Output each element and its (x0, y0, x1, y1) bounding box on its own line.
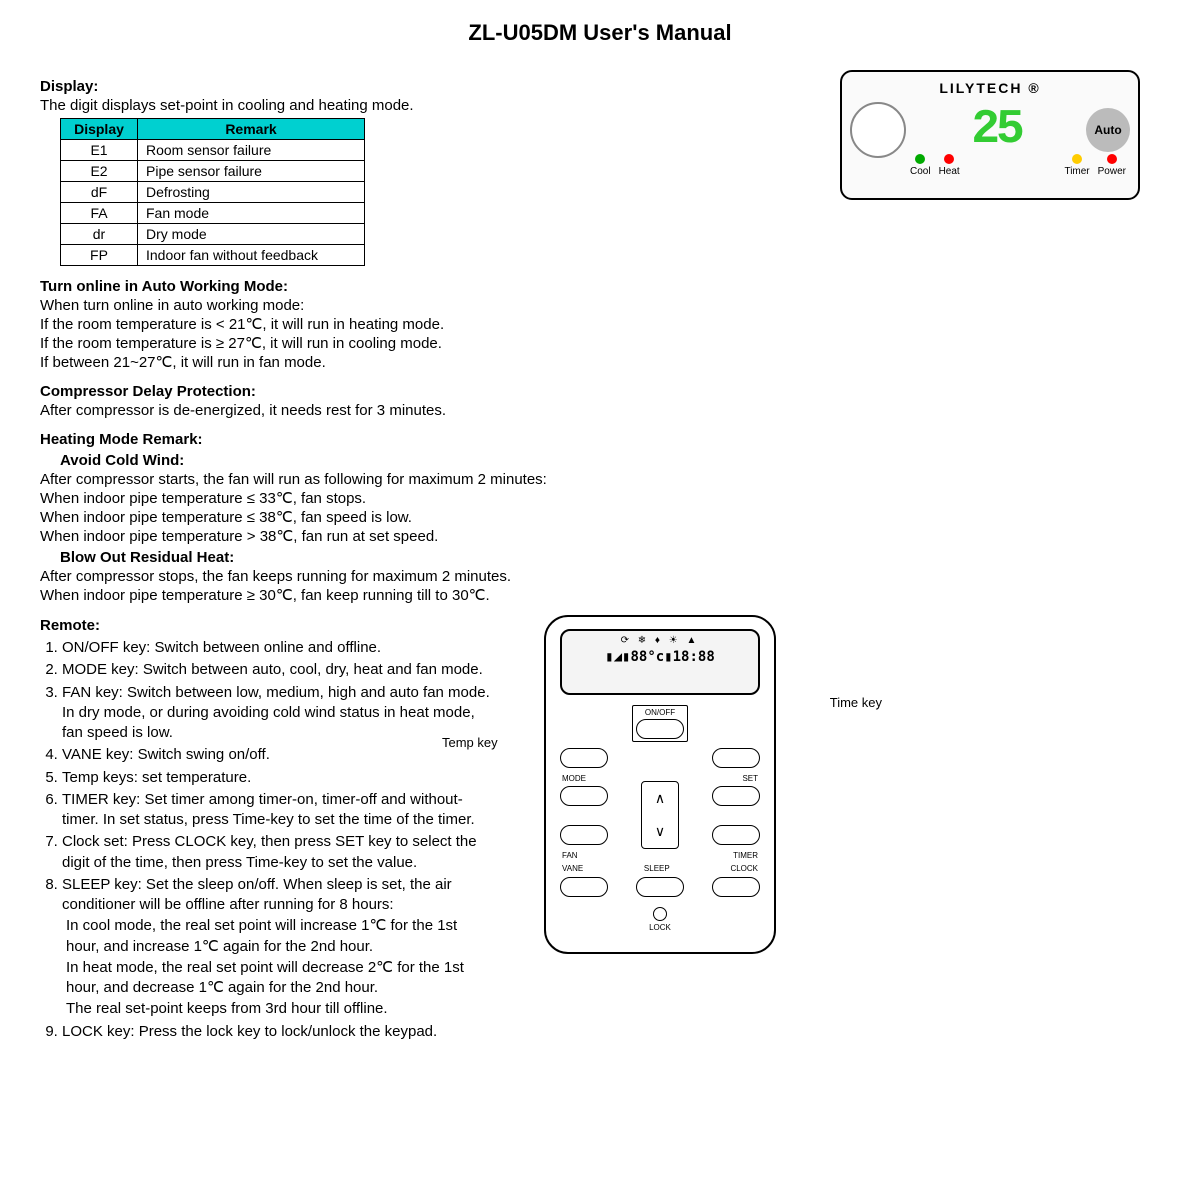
avoid-line: When indoor pipe temperature ≤ 38℃, fan … (40, 508, 810, 526)
heat-led-icon (944, 154, 954, 164)
vane-button (560, 877, 608, 897)
automode-header: Turn online in Auto Working Mode: (40, 278, 810, 295)
table-row: FAFan mode (61, 203, 365, 224)
table-row: dFDefrosting (61, 182, 365, 203)
sleep-sub: In heat mode, the real set point will de… (66, 958, 490, 999)
list-item: Clock set: Press CLOCK key, then press S… (62, 832, 490, 873)
panel-brand: LILYTECH ® (850, 80, 1130, 96)
blow-line: When indoor pipe temperature ≥ 30℃, fan … (40, 586, 810, 604)
sleep-sub: The real set-point keeps from 3rd hour t… (66, 999, 490, 1019)
heating-header: Heating Mode Remark: (40, 431, 810, 448)
sleep-sub: In cool mode, the real set point will in… (66, 916, 490, 957)
onoff-button (636, 719, 684, 739)
ir-window-icon (850, 102, 906, 158)
content-column: Display: The digit displays set-point in… (40, 66, 810, 1044)
compressor-header: Compressor Delay Protection: (40, 383, 810, 400)
temp-key-annotation: Temp key (442, 735, 498, 750)
table-row: E2Pipe sensor failure (61, 161, 365, 182)
avoid-header: Avoid Cold Wind: (60, 452, 810, 469)
remote-diagram: Temp key Time key ⟳ ❄ ♦ ☀ ▲ ▮◢▮88°c▮18:8… (510, 615, 810, 954)
automode-intro: When turn online in auto working mode: (40, 297, 810, 314)
down-icon: ∨ (655, 823, 665, 840)
automode-line: If the room temperature is < 21℃, it wil… (40, 315, 810, 333)
table-row: E1Room sensor failure (61, 140, 365, 161)
temp-up-button (712, 748, 760, 768)
compressor-line: After compressor is de-energized, it nee… (40, 402, 810, 419)
automode-line: If between 21~27℃, it will run in fan mo… (40, 353, 810, 371)
clock-button (712, 877, 760, 897)
sleep-button (636, 877, 684, 897)
power-led-icon (1107, 154, 1117, 164)
list-item: FAN key: Switch between low, medium, hig… (62, 683, 490, 744)
avoid-line: When indoor pipe temperature ≤ 33℃, fan … (40, 489, 810, 507)
cool-led-icon (915, 154, 925, 164)
list-item: MODE key: Switch between auto, cool, dry… (62, 660, 490, 680)
th-remark: Remark (138, 119, 365, 140)
blow-intro: After compressor stops, the fan keeps ru… (40, 568, 810, 585)
list-item: VANE key: Switch swing on/off. (62, 745, 490, 765)
page-title: ZL-U05DM User's Manual (40, 20, 1160, 46)
auto-button: Auto (1086, 108, 1130, 152)
temp-down-button (560, 748, 608, 768)
remote-header: Remote: (40, 617, 490, 634)
blow-header: Blow Out Residual Heat: (60, 549, 810, 566)
display-codes-table: Display Remark E1Room sensor failure E2P… (60, 118, 365, 266)
list-item: LOCK key: Press the lock key to lock/unl… (62, 1022, 490, 1042)
table-row: FPIndoor fan without feedback (61, 245, 365, 266)
up-icon: ∧ (655, 790, 665, 807)
display-header: Display: (40, 78, 810, 95)
th-display: Display (61, 119, 138, 140)
fan-button (560, 825, 608, 845)
avoid-line: When indoor pipe temperature > 38℃, fan … (40, 527, 810, 545)
screen-digits: ▮◢▮88°c▮18:88 (566, 650, 754, 665)
timer-button (712, 825, 760, 845)
automode-line: If the room temperature is ≥ 27℃, it wil… (40, 334, 810, 352)
mode-button (560, 786, 608, 806)
onoff-label: ON/OFF (635, 708, 685, 717)
panel-value: 25 (956, 103, 1036, 157)
timer-led-icon (1072, 154, 1082, 164)
display-intro: The digit displays set-point in cooling … (40, 97, 810, 114)
avoid-intro: After compressor starts, the fan will ru… (40, 471, 810, 488)
list-item: ON/OFF key: Switch between online and of… (62, 638, 490, 658)
screen-mode-icons: ⟳ ❄ ♦ ☀ ▲ (566, 635, 754, 646)
display-panel: LILYTECH ® 25 Auto Cool Heat Timer Power (840, 70, 1140, 200)
list-item: TIMER key: Set timer among timer-on, tim… (62, 790, 490, 831)
up-down-rocker: ∧ ∨ (641, 781, 679, 849)
remote-list: ON/OFF key: Switch between online and of… (40, 638, 490, 1042)
list-item: Temp keys: set temperature. (62, 768, 490, 788)
time-key-annotation: Time key (830, 695, 882, 710)
list-item: SLEEP key: Set the sleep on/off. When sl… (62, 875, 490, 1020)
table-row: drDry mode (61, 224, 365, 245)
lock-button: LOCK (560, 907, 760, 932)
set-button (712, 786, 760, 806)
remote-screen: ⟳ ❄ ♦ ☀ ▲ ▮◢▮88°c▮18:88 (560, 629, 760, 695)
onoff-group: ON/OFF (632, 705, 688, 742)
